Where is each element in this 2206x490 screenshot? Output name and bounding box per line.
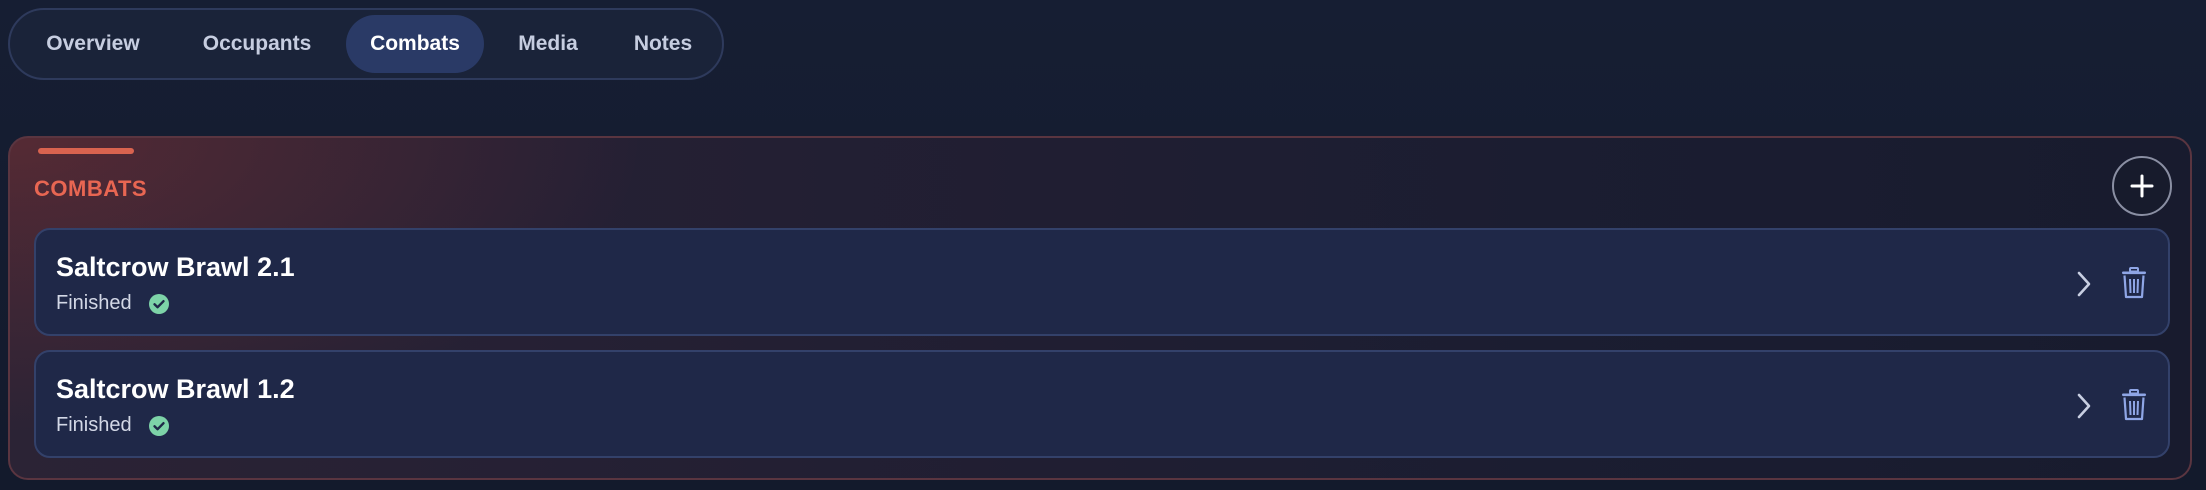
- tab-occupants[interactable]: Occupants: [168, 15, 346, 73]
- combat-name: Saltcrow Brawl 2.1: [56, 252, 295, 282]
- combat-status: Finished: [56, 292, 170, 315]
- combat-name: Saltcrow Brawl 1.2: [56, 374, 295, 404]
- combats-panel: COMBATS Saltcrow Brawl 2.1 Finished Salt…: [8, 136, 2192, 480]
- tab-media[interactable]: Media: [484, 15, 612, 73]
- plus-icon: [2130, 174, 2154, 198]
- combat-item[interactable]: Saltcrow Brawl 2.1 Finished: [34, 228, 2170, 336]
- check-circle-icon: [148, 293, 170, 315]
- trash-icon[interactable]: [2120, 388, 2148, 422]
- status-text: Finished: [56, 292, 132, 314]
- combat-status: Finished: [56, 414, 170, 437]
- add-combat-button[interactable]: [2112, 156, 2172, 216]
- panel-accent-bar: [38, 148, 134, 154]
- tab-overview[interactable]: Overview: [18, 15, 168, 73]
- combat-item[interactable]: Saltcrow Brawl 1.2 Finished: [34, 350, 2170, 458]
- tab-combats[interactable]: Combats: [346, 15, 484, 73]
- trash-icon[interactable]: [2120, 266, 2148, 300]
- tab-bar: Overview Occupants Combats Media Notes: [8, 8, 724, 80]
- page: Overview Occupants Combats Media Notes C…: [0, 0, 2206, 490]
- check-circle-icon: [148, 415, 170, 437]
- chevron-right-icon[interactable]: [2072, 268, 2096, 300]
- combat-list: Saltcrow Brawl 2.1 Finished Saltcrow Bra…: [34, 228, 2170, 472]
- tab-notes[interactable]: Notes: [612, 15, 714, 73]
- chevron-right-icon[interactable]: [2072, 390, 2096, 422]
- status-text: Finished: [56, 414, 132, 436]
- panel-title: COMBATS: [34, 176, 148, 201]
